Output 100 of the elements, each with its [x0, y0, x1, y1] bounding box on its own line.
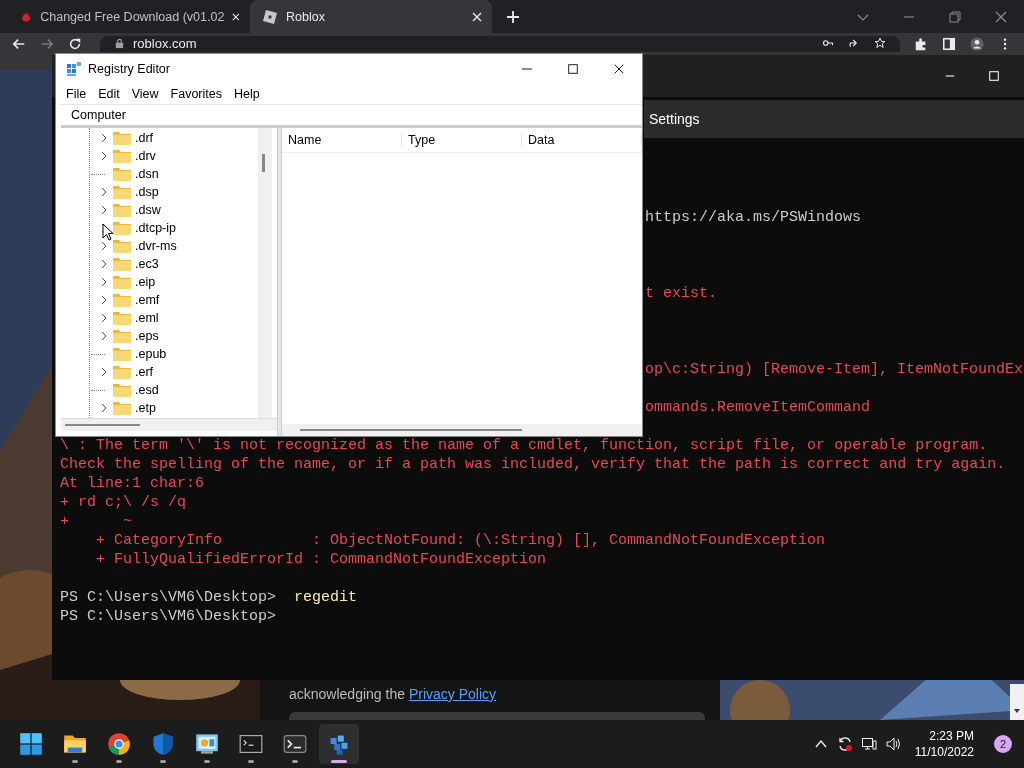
new-tab-icon[interactable]	[506, 9, 520, 24]
folder-icon	[113, 257, 131, 271]
tree-item[interactable]: .dsw	[90, 201, 277, 219]
folder-icon	[113, 293, 131, 307]
tree-item[interactable]: .epub	[90, 345, 277, 363]
tree-item[interactable]: .esd	[90, 381, 277, 399]
control-panel-icon	[195, 732, 219, 756]
scrollbar[interactable]	[61, 418, 277, 431]
address-field[interactable]: roblox.com	[100, 36, 900, 52]
folder-icon	[113, 275, 131, 289]
sidebar-icon[interactable]	[942, 37, 956, 51]
key-icon[interactable]	[822, 37, 834, 49]
tree-label: .eml	[135, 311, 159, 325]
notification-count[interactable]: 2	[994, 735, 1012, 753]
clock[interactable]: 2:23 PM 11/10/2022	[914, 728, 974, 760]
lock-icon	[114, 38, 125, 49]
network-icon[interactable]	[860, 736, 877, 752]
error-text: + rd c;\ /s /q	[60, 494, 187, 511]
tree-item[interactable]: .dvr-ms	[90, 237, 277, 255]
tree-item[interactable]: .ec3	[90, 255, 277, 273]
tree-label: .dsp	[135, 185, 159, 199]
chevron-right-icon[interactable]	[100, 367, 108, 377]
profile-icon[interactable]	[970, 37, 984, 51]
taskbar-app[interactable]	[319, 724, 359, 764]
menu-item[interactable]: Settings	[649, 111, 700, 127]
chevron-right-icon[interactable]	[100, 205, 108, 215]
error-text: At line:1 char:6	[60, 475, 205, 492]
chevron-right-icon[interactable]	[100, 403, 108, 413]
tree-label: .emf	[135, 293, 160, 307]
browser-tab[interactable]: Roblox	[250, 0, 492, 33]
forward-arrow-icon[interactable]	[40, 37, 54, 51]
column-header[interactable]: Name	[282, 133, 402, 147]
menu-item[interactable]: Edit	[98, 86, 120, 101]
menu-item[interactable]: Favorites	[170, 86, 222, 101]
chevron-right-icon[interactable]	[100, 331, 108, 341]
scrollbar[interactable]	[258, 128, 272, 418]
reload-icon[interactable]	[68, 37, 82, 51]
folder-icon	[113, 131, 131, 145]
share-icon[interactable]	[848, 37, 860, 49]
cubes-icon	[66, 60, 82, 77]
tree-label: .drf	[135, 131, 154, 145]
windows-icon	[19, 732, 43, 756]
close-icon[interactable]	[613, 62, 625, 75]
menu-item[interactable]: File	[66, 86, 87, 101]
folder-icon	[113, 383, 131, 397]
tree-label: .dtcp-ip	[135, 221, 176, 235]
menu-item[interactable]: Help	[234, 86, 260, 101]
chevron-right-icon[interactable]	[100, 241, 108, 251]
error-text: + FullyQualifiedErrorId : CommandNotFoundException	[95, 551, 547, 568]
tree-item[interactable]: .dsn	[90, 165, 277, 183]
tree-item[interactable]: .erf	[90, 363, 277, 381]
tree-item[interactable]: .eps	[90, 327, 277, 345]
tree-item[interactable]: .emf	[90, 291, 277, 309]
chevron-right-icon[interactable]	[100, 313, 108, 323]
prompt-text: PS C:\Users\VM6\Desktop>	[60, 608, 277, 625]
chevron-right-icon[interactable]	[100, 151, 108, 161]
restore-icon[interactable]	[948, 9, 962, 24]
column-header[interactable]: Type	[402, 133, 522, 147]
error-text: Check the spelling of the name, or if a path was included, verify that the path is correct and try again.	[60, 456, 1006, 473]
tree-item[interactable]: .etp	[90, 399, 277, 417]
folder-icon	[113, 401, 131, 415]
tree-item[interactable]: .dsp	[90, 183, 277, 201]
menu-item[interactable]: View	[131, 86, 159, 101]
tree-item[interactable]: .eip	[90, 273, 277, 291]
folder-icon	[113, 167, 131, 181]
cursor-icon	[102, 223, 114, 241]
tree-item[interactable]: .drf	[90, 129, 277, 147]
terminal-icon	[283, 732, 307, 756]
puzzle-icon[interactable]	[914, 37, 928, 51]
browser-tab[interactable]: Changed Free Download (v01.02	[8, 0, 250, 33]
star-icon[interactable]	[874, 37, 886, 49]
chevron-right-icon[interactable]	[100, 295, 108, 305]
maximize-icon[interactable]	[567, 62, 579, 75]
folder-icon	[113, 365, 131, 379]
folder-icon	[113, 239, 131, 253]
shield-icon	[151, 732, 175, 756]
chrome-icon	[107, 732, 131, 756]
url-text: roblox.com	[133, 36, 197, 52]
folder-icon	[113, 203, 131, 217]
tree-label: .erf	[135, 365, 154, 379]
back-arrow-icon[interactable]	[12, 37, 26, 51]
tree-label: .etp	[135, 401, 156, 415]
chevron-right-icon[interactable]	[100, 187, 108, 197]
error-text: + ~	[60, 513, 132, 530]
output-text: https://aka.ms/PSWindows	[645, 209, 862, 226]
folder-icon	[113, 221, 131, 235]
privacy-link[interactable]: Privacy Policy	[408, 686, 496, 702]
sync-icon[interactable]	[836, 736, 853, 752]
scrollbar[interactable]	[282, 424, 642, 436]
folder-icon	[113, 149, 131, 163]
column-header[interactable]: Data	[522, 133, 642, 147]
volume-icon[interactable]	[884, 736, 901, 752]
tree-item[interactable]: .drv	[90, 147, 277, 165]
tree-item[interactable]: .eml	[90, 309, 277, 327]
chevron-right-icon[interactable]	[100, 259, 108, 269]
scrollbar[interactable]	[1010, 684, 1024, 720]
prompt-text: PS C:\Users\VM6\Desktop>	[60, 589, 277, 606]
chevron-right-icon[interactable]	[100, 277, 108, 287]
address-field[interactable]: Computer	[61, 104, 642, 128]
chevron-right-icon[interactable]	[100, 133, 108, 143]
